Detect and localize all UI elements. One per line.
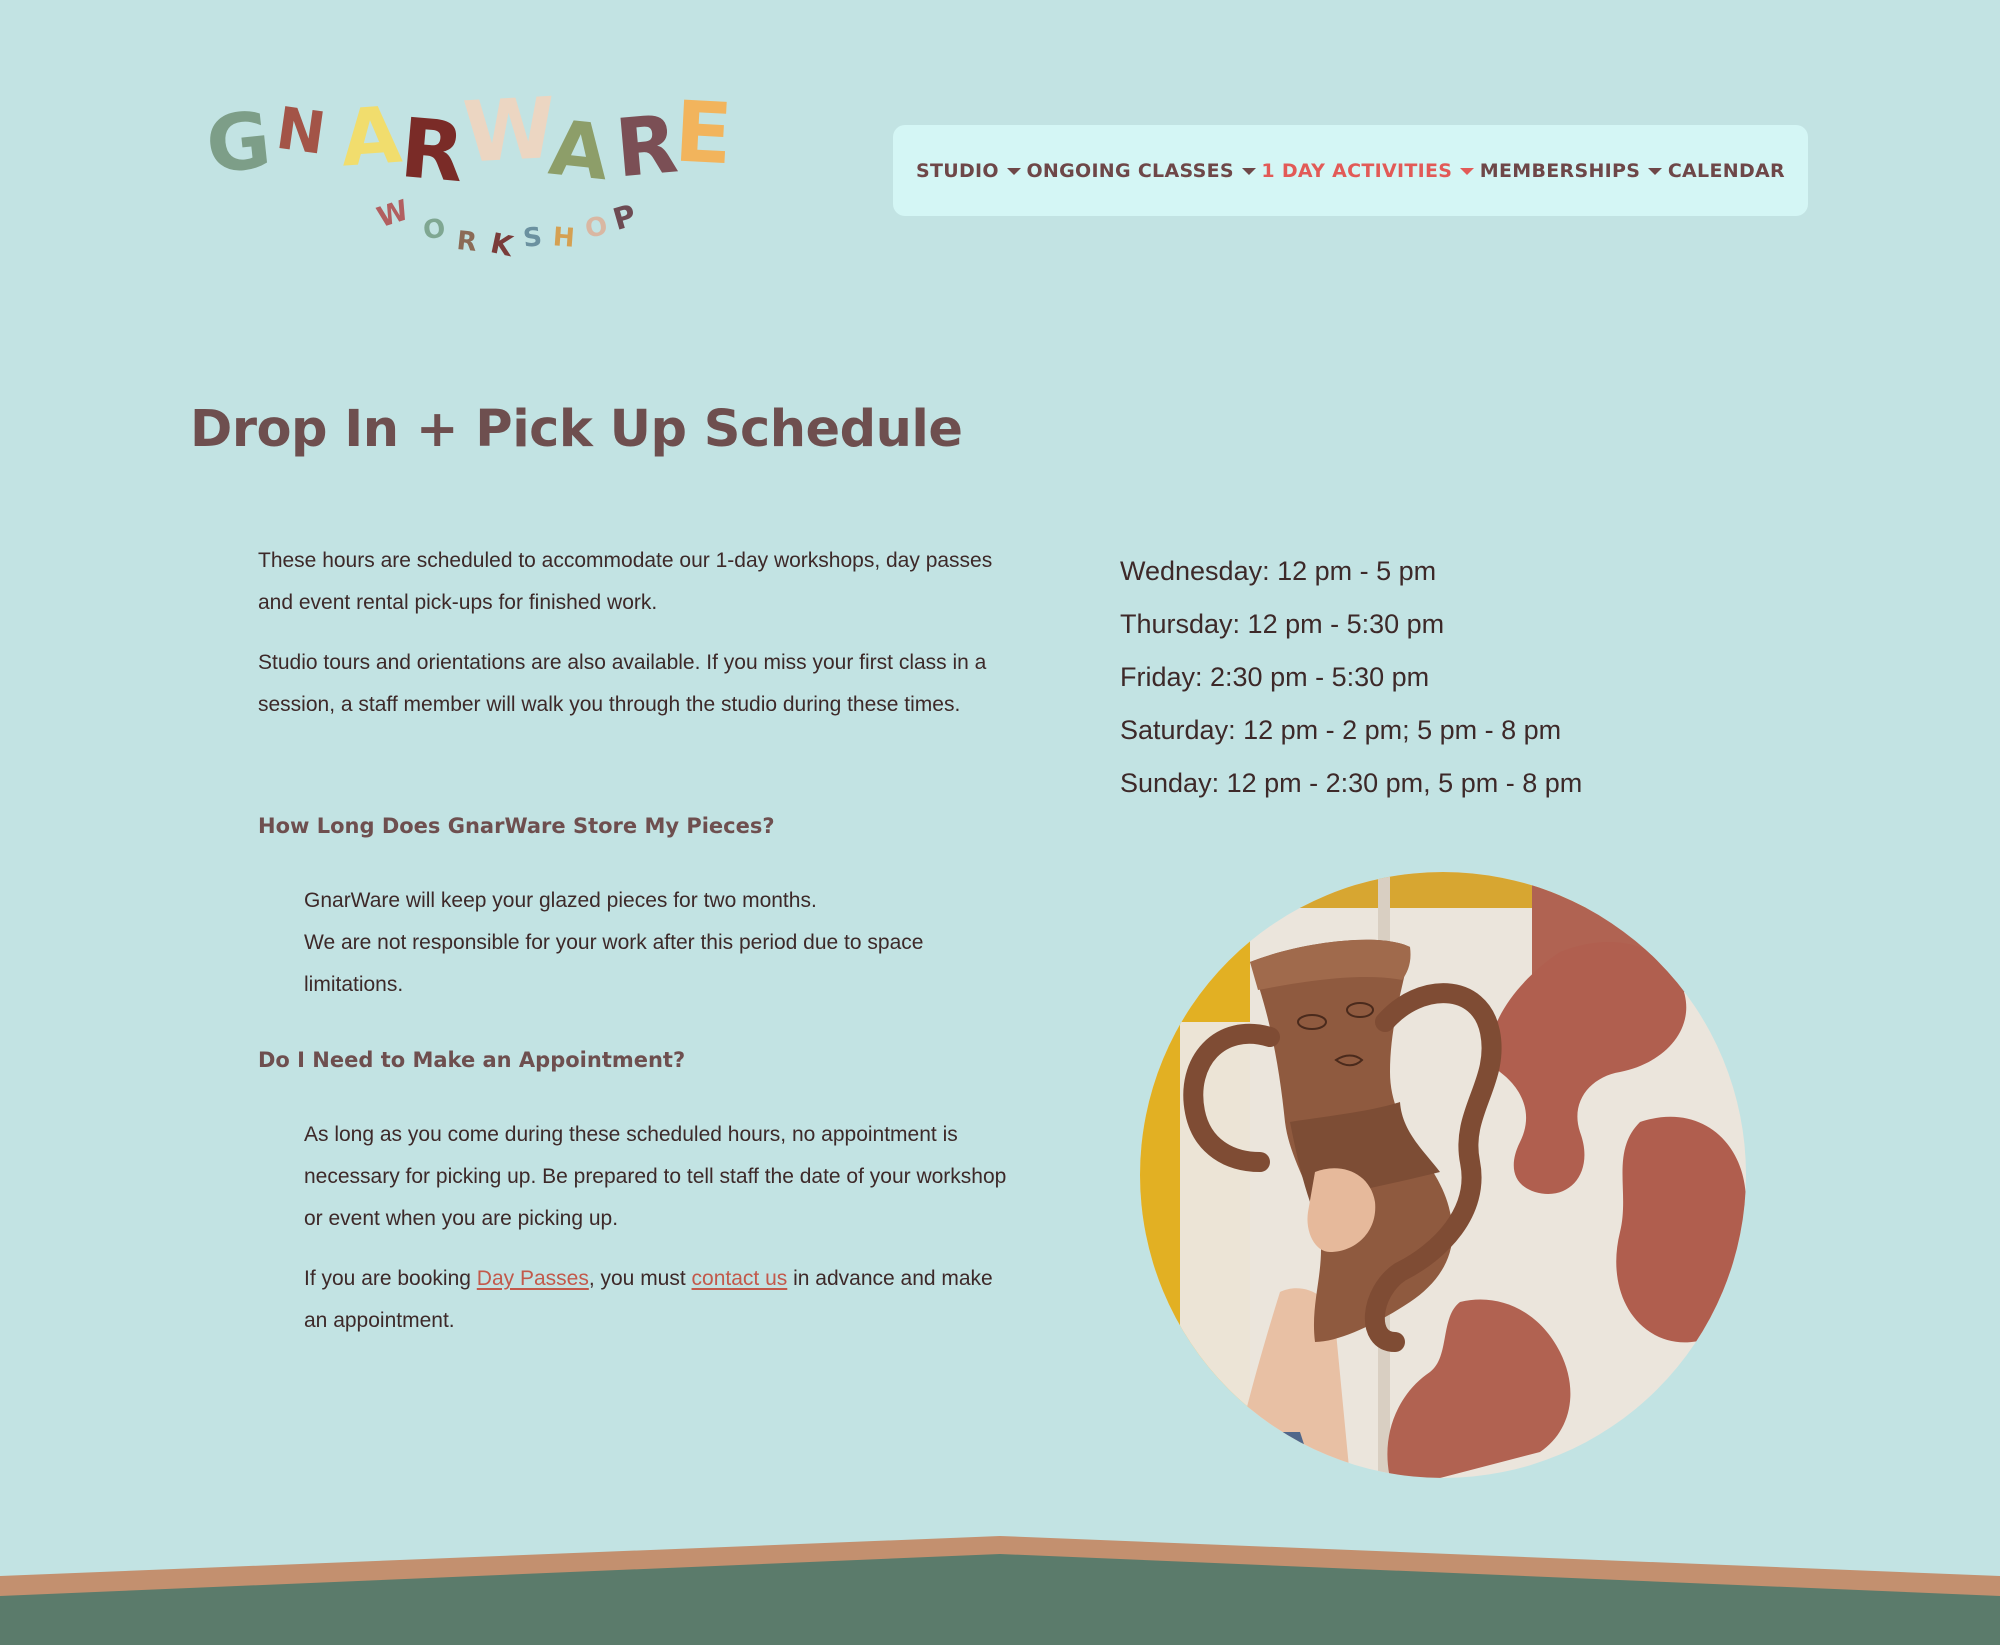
chevron-down-icon <box>1006 168 1021 175</box>
booking-middle: , you must <box>588 1267 692 1290</box>
answer-line: GnarWare will keep your glazed pieces fo… <box>304 889 817 912</box>
svg-text:A: A <box>338 91 405 185</box>
hours-list: Wednesday: 12 pm - 5 pm Thursday: 12 pm … <box>1120 545 1582 810</box>
svg-text:O: O <box>583 211 610 244</box>
hours-saturday: Saturday: 12 pm - 2 pm; 5 pm - 8 pm <box>1120 715 1562 745</box>
hours-friday: Friday: 2:30 pm - 5:30 pm <box>1120 662 1430 692</box>
logo-graphic: G N A R W A R E W O R K S H O P <box>205 79 735 263</box>
svg-text:R: R <box>397 101 468 201</box>
nav-memberships-label: MEMBERSHIPS <box>1479 159 1641 182</box>
chevron-down-icon <box>1460 168 1475 175</box>
svg-text:A: A <box>545 103 613 198</box>
svg-text:R: R <box>455 226 478 258</box>
svg-text:O: O <box>421 213 447 246</box>
svg-text:W: W <box>373 193 413 234</box>
svg-text:H: H <box>552 222 576 253</box>
nav-studio[interactable]: STUDIO <box>916 160 1021 182</box>
svg-text:G: G <box>205 96 275 192</box>
nav-studio-label: STUDIO <box>916 159 999 182</box>
intro-paragraph: Studio tours and orientations are also a… <box>258 651 987 716</box>
svg-text:S: S <box>522 222 544 254</box>
contact-us-link[interactable]: contact us <box>692 1267 788 1290</box>
faq-answer-storage: GnarWare will keep your glazed pieces fo… <box>304 880 1018 1006</box>
chevron-down-icon <box>1241 168 1256 175</box>
answer-line: We are not responsible for your work aft… <box>304 931 924 996</box>
gnarware-workshop-logo[interactable]: G N A R W A R E W O R K S H O P <box>205 78 775 268</box>
footer-wave-decoration <box>0 1530 2000 1645</box>
hours-sunday: Sunday: 12 pm - 2:30 pm, 5 pm - 8 pm <box>1120 768 1583 798</box>
pottery-vase-photo <box>1140 872 1746 1478</box>
nav-ongoing-classes-label: ONGOING CLASSES <box>1026 159 1234 182</box>
intro-paragraph: These hours are scheduled to accommodate… <box>258 549 993 614</box>
booking-prefix: If you are booking <box>304 1267 477 1290</box>
nav-1-day-activities[interactable]: 1 DAY ACTIVITIES <box>1261 159 1475 182</box>
svg-text:P: P <box>609 198 640 238</box>
svg-text:R: R <box>612 97 681 195</box>
svg-text:W: W <box>461 79 559 182</box>
nav-memberships[interactable]: MEMBERSHIPS <box>1479 159 1663 182</box>
booking-note: If you are booking Day Passes, you must … <box>304 1258 1018 1342</box>
hours-thursday: Thursday: 12 pm - 5:30 pm <box>1120 609 1445 639</box>
appointment-answer: As long as you come during these schedul… <box>304 1123 1007 1230</box>
nav-ongoing-classes[interactable]: ONGOING CLASSES <box>1026 159 1256 182</box>
faq-question-storage: How Long Does GnarWare Store My Pieces? <box>258 814 775 838</box>
hours-wednesday: Wednesday: 12 pm - 5 pm <box>1120 556 1437 586</box>
main-navigation: STUDIO ONGOING CLASSES 1 DAY ACTIVITIES … <box>893 125 1808 216</box>
nav-calendar[interactable]: CALENDAR <box>1668 160 1785 182</box>
day-passes-link[interactable]: Day Passes <box>477 1267 589 1290</box>
svg-text:E: E <box>672 82 734 183</box>
faq-answer-appointment: As long as you come during these schedul… <box>304 1114 1018 1342</box>
info-column: These hours are scheduled to accommodate… <box>258 540 1018 1360</box>
svg-text:N: N <box>272 94 330 168</box>
faq-question-appointment: Do I Need to Make an Appointment? <box>258 1048 686 1072</box>
svg-text:K: K <box>488 226 517 263</box>
page-title: Drop In + Pick Up Schedule <box>190 400 963 459</box>
nav-1-day-activities-label: 1 DAY ACTIVITIES <box>1261 159 1453 182</box>
chevron-down-icon <box>1648 168 1663 175</box>
nav-calendar-label: CALENDAR <box>1667 159 1785 182</box>
